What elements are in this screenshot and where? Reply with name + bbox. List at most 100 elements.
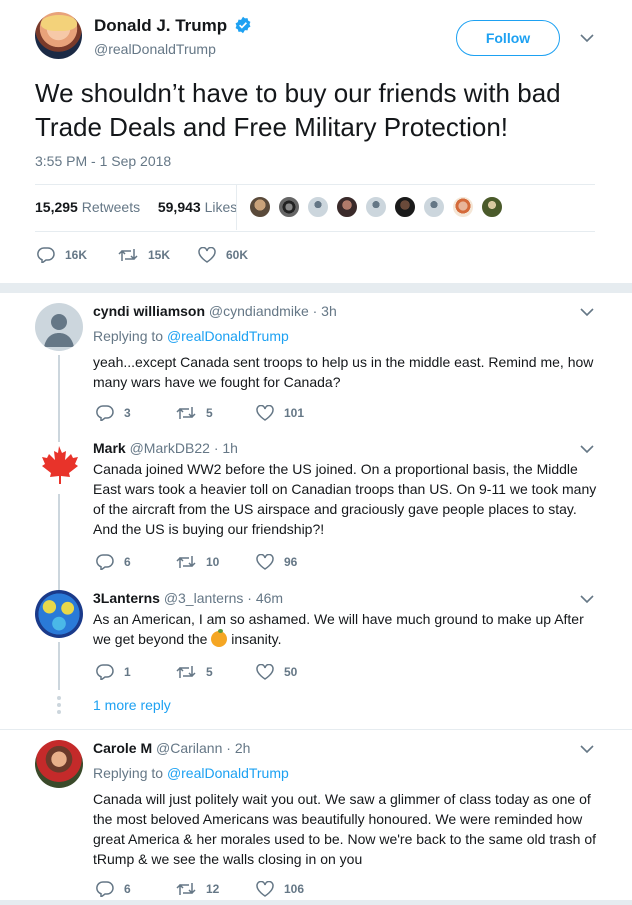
liker-avatar[interactable] [393,195,417,219]
chevron-down-icon[interactable] [580,33,594,43]
liker-avatar[interactable] [480,195,504,219]
replying-to-link[interactable]: @realDonaldTrump [167,765,289,781]
heart-icon [256,664,274,680]
liker-avatar[interactable] [277,195,301,219]
chevron-down-icon[interactable] [580,744,594,754]
retweet-action[interactable]: 5 [176,405,213,421]
default-avatar-icon [44,314,74,347]
reply-avatar[interactable] [35,740,83,788]
reply-action[interactable]: 3 [96,405,131,421]
retweet-action[interactable]: 5 [176,664,213,680]
tweet-stats: 15,295 Retweets 59,943 Likes [35,199,237,215]
reply-time[interactable]: · 2h [226,740,250,756]
reply-text: yeah...except Canada sent troops to help… [93,354,594,390]
retweet-count: 15K [148,248,171,262]
divider [35,184,595,185]
retweet-action[interactable]: 15K [118,247,170,263]
reply-author-handle[interactable]: @Carilann [156,740,222,756]
like-action[interactable]: 96 [256,554,297,570]
reply-action[interactable]: 1 [96,664,131,680]
liker-avatar[interactable] [248,195,272,219]
author-avatar[interactable] [35,12,82,59]
chevron-down-icon[interactable] [580,594,594,604]
reply-avatar[interactable] [35,590,83,638]
more-replies-link[interactable]: 1 more reply [93,697,171,713]
reply-item[interactable]: cyndi williamson @cyndiandmike · 3h Repl… [0,293,632,430]
liker-avatar[interactable] [422,195,446,219]
follow-button[interactable]: Follow [456,20,560,56]
reply-header: Carole M @Carilann · 2h [93,740,250,756]
heart-icon [256,405,274,421]
likes-count[interactable]: 59,943 [158,199,201,215]
reply-header: Mark @MarkDB22 · 1h [93,440,238,456]
reply-icon [96,554,114,570]
reply-item[interactable]: Carole M @Carilann · 2h Replying to @rea… [0,730,632,900]
reply-time[interactable]: · 46m [247,590,283,606]
reply-icon [96,881,114,897]
thread-line [58,494,60,580]
tweet-text: We shouldn’t have to buy our friends wit… [35,78,561,142]
retweet-icon [176,407,196,419]
liker-avatar[interactable] [451,195,475,219]
chevron-down-icon[interactable] [580,444,594,454]
reply-header: cyndi williamson @cyndiandmike · 3h [93,303,337,319]
reply-author-handle[interactable]: @3_lanterns [164,590,244,606]
retweet-icon [176,556,196,568]
reply-time[interactable]: · 1h [214,440,238,456]
like-action[interactable]: 106 [256,881,304,897]
replying-to: Replying to @realDonaldTrump [93,328,289,344]
thread-dots [56,696,62,717]
reply-action[interactable]: 6 [96,881,131,897]
likes-label[interactable]: Likes [205,199,238,215]
liker-avatar[interactable] [335,195,359,219]
retweet-action[interactable]: 10 [176,554,219,570]
author-handle[interactable]: @realDonaldTrump [94,41,216,57]
thread-line [58,642,60,690]
reply-author-name[interactable]: Mark [93,440,126,456]
bottom-border [0,900,632,905]
liker-avatar[interactable] [306,195,330,219]
reply-author-name[interactable]: cyndi williamson [93,303,205,319]
like-action[interactable]: 60K [198,247,248,263]
reply-action[interactable]: 6 [96,554,131,570]
reply-author-name[interactable]: 3Lanterns [93,590,160,606]
thread-line [58,580,60,590]
retweet-action[interactable]: 12 [176,881,219,897]
stats-separator [236,185,237,230]
main-tweet: Donald J. Trump @realDonaldTrump Follow … [0,0,632,282]
replying-to-link[interactable]: @realDonaldTrump [167,328,289,344]
replies-separator [0,283,632,293]
maple-leaf-icon [42,446,78,484]
reply-avatar[interactable] [35,303,83,351]
reply-text: Canada joined WW2 before the US joined. … [93,461,597,537]
reply-item[interactable]: Mark @MarkDB22 · 1h Canada joined WW2 be… [0,430,632,580]
like-count: 60K [226,248,249,262]
divider [35,231,595,232]
reply-author-handle[interactable]: @cyndiandmike [209,303,309,319]
reply-author-handle[interactable]: @MarkDB22 [130,440,210,456]
reply-count: 16K [65,248,88,262]
heart-icon [256,881,274,897]
reply-item[interactable]: 3Lanterns @3_lanterns · 46m As an Americ… [0,580,632,717]
retweets-count[interactable]: 15,295 [35,199,78,215]
reply-time[interactable]: · 3h [313,303,337,319]
reply-action[interactable]: 16K [37,247,87,263]
verified-icon [235,16,251,34]
replying-to: Replying to @realDonaldTrump [93,765,289,781]
heart-icon [198,247,216,263]
retweets-label[interactable]: Retweets [82,199,140,215]
tweet-timestamp[interactable]: 3:55 PM - 1 Sep 2018 [35,153,171,169]
chevron-down-icon[interactable] [580,307,594,317]
like-action[interactable]: 101 [256,405,304,421]
retweet-icon [176,666,196,678]
like-action[interactable]: 50 [256,664,297,680]
author-name[interactable]: Donald J. Trump [94,16,227,36]
reply-icon [96,664,114,680]
reply-avatar[interactable] [35,442,83,490]
heart-icon [256,554,274,570]
reply-header: 3Lanterns @3_lanterns · 46m [93,590,283,606]
reply-author-name[interactable]: Carole M [93,740,152,756]
liker-avatar[interactable] [364,195,388,219]
orange-emoji-icon [211,629,228,647]
reply-icon [37,247,55,263]
